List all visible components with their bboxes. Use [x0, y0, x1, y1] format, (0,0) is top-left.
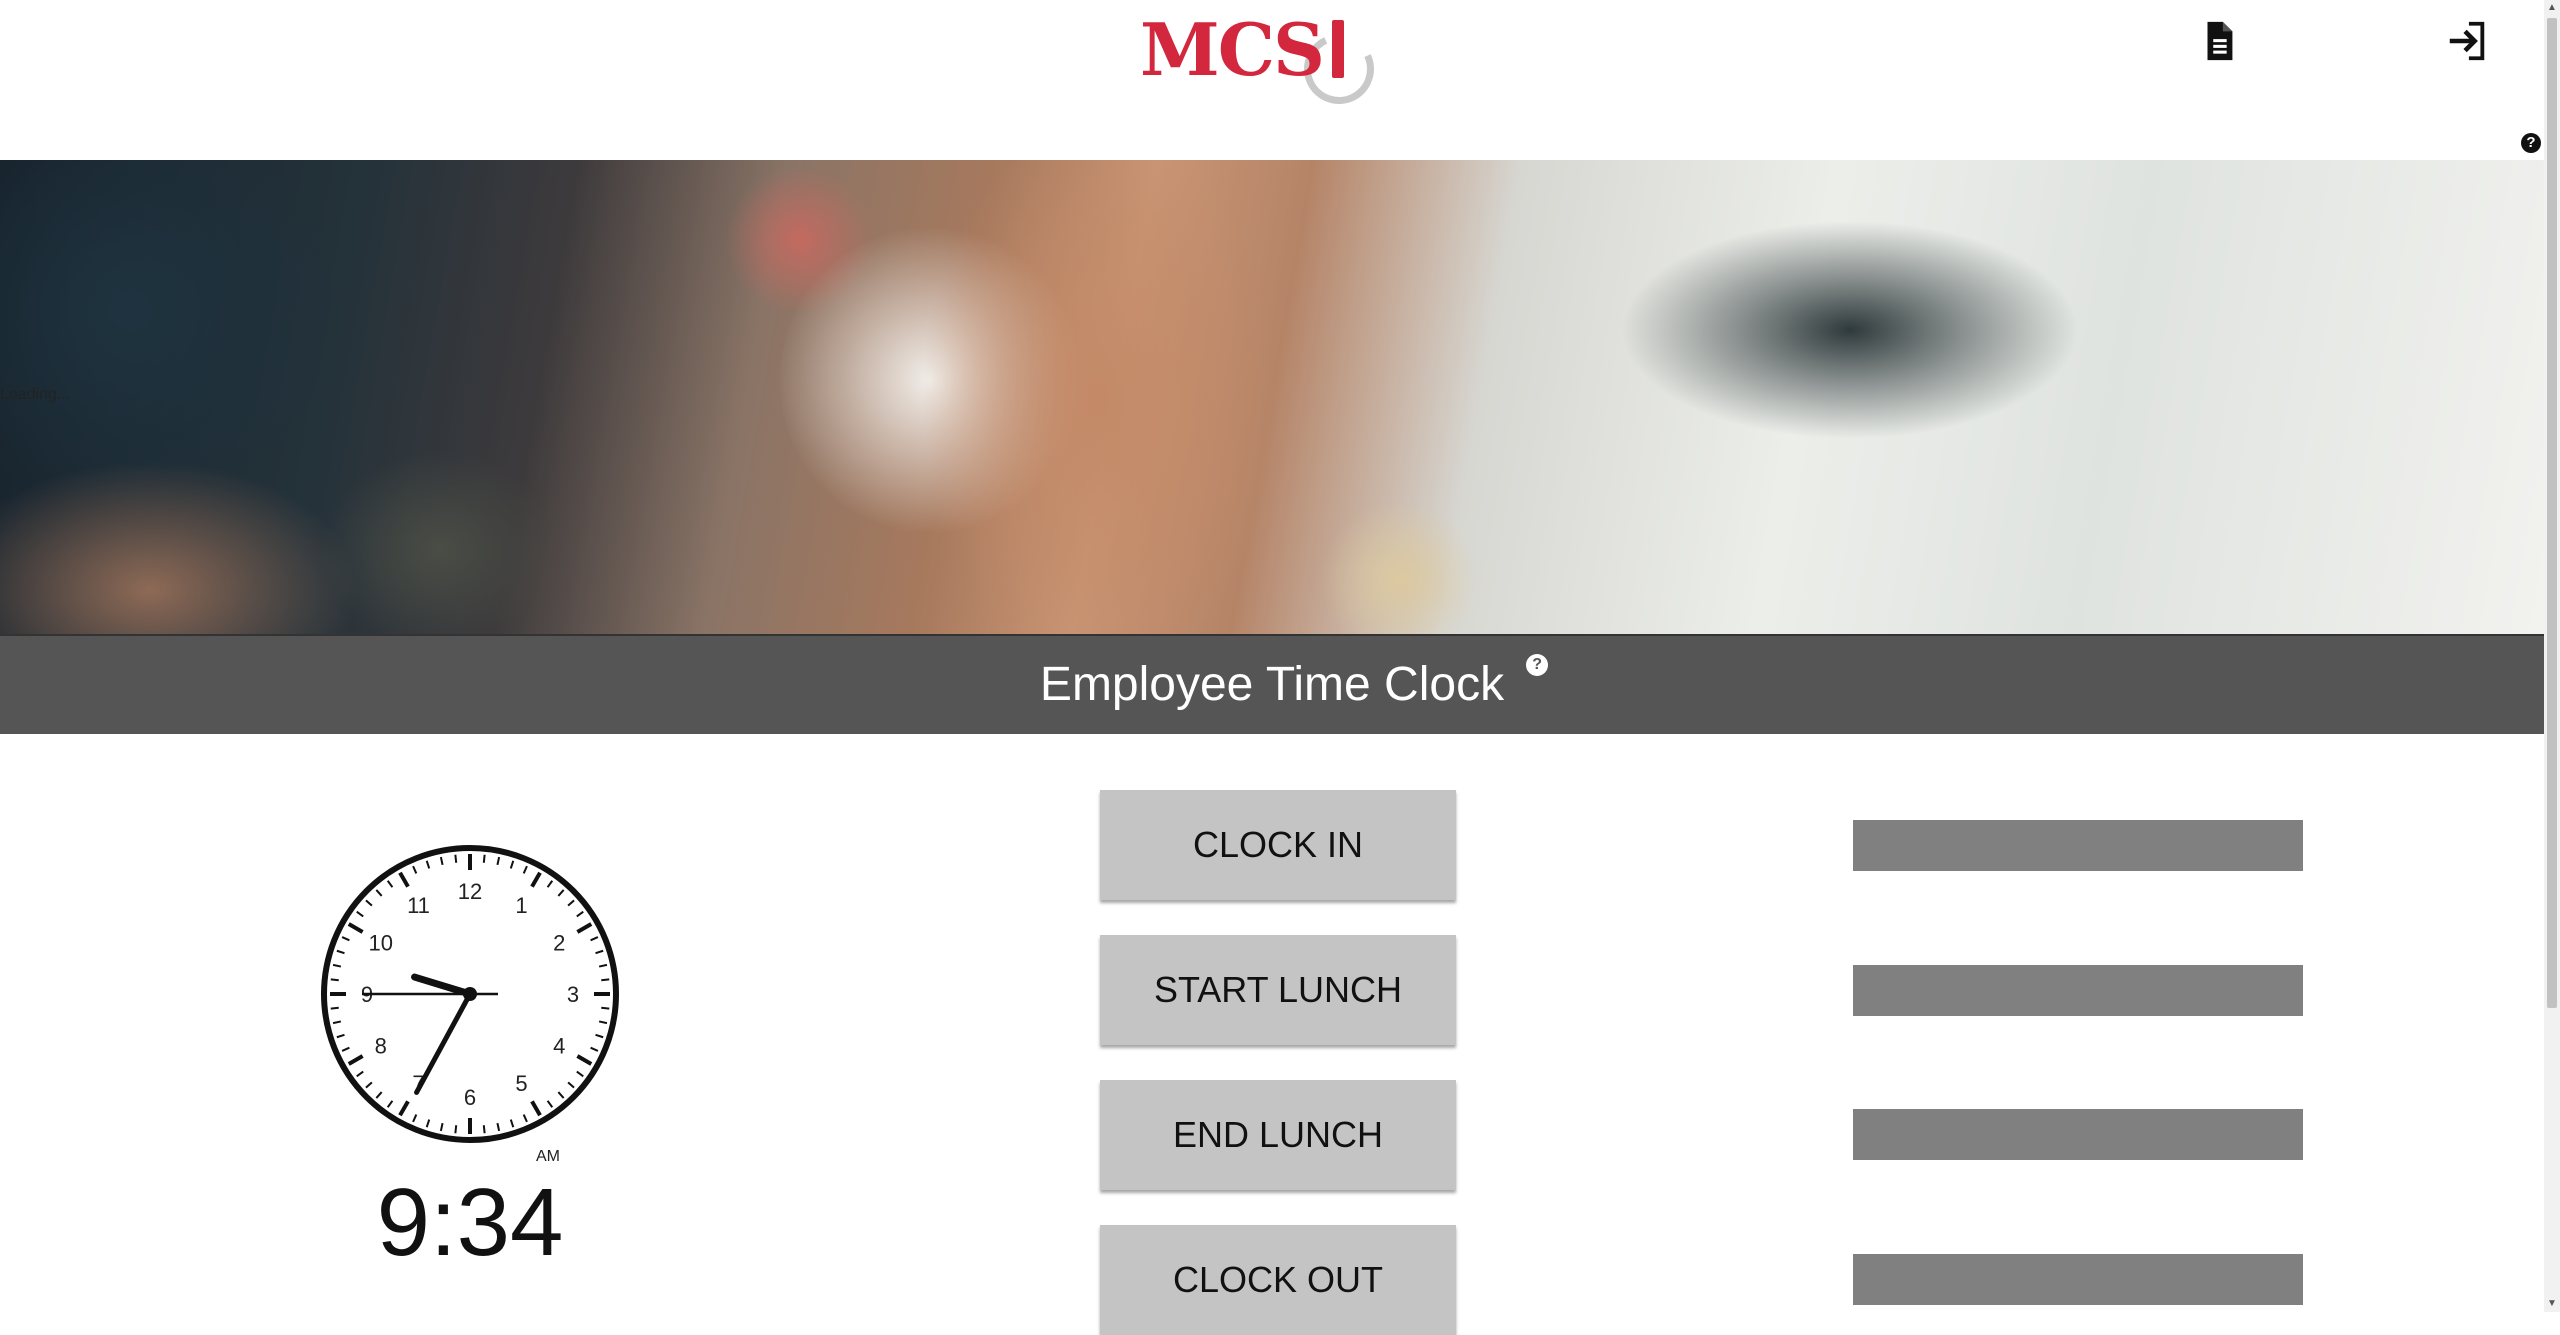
clock-tick	[454, 854, 458, 863]
page-title-wrap: Employee Time Clock ?	[1039, 636, 1549, 734]
title-help-icon[interactable]: ?	[1526, 654, 1549, 676]
clock-center	[463, 987, 477, 1001]
clock-tick	[482, 1125, 486, 1134]
clock-tick	[454, 1125, 458, 1134]
clock-numeral: 6	[464, 1085, 476, 1110]
page-scrollbar[interactable]: ▲ ▼	[2544, 0, 2560, 1312]
document-icon[interactable]	[2196, 18, 2242, 64]
clock-out-status	[1853, 1254, 2303, 1305]
clock-numeral: 1	[515, 893, 527, 918]
scroll-down-arrow[interactable]: ▼	[2544, 1296, 2560, 1312]
title-row: Employee Time Clock ?	[0, 636, 2544, 734]
clock-numeral: 11	[407, 893, 430, 918]
scroll-thumb[interactable]	[2547, 18, 2557, 1008]
ampm-label: AM	[536, 1148, 560, 1165]
page-title: Employee Time Clock	[1039, 658, 1505, 711]
loading-text: Loading...	[0, 386, 71, 403]
clock-tick	[482, 854, 486, 863]
clock-numeral: 10	[369, 931, 393, 956]
clock-numeral: 12	[458, 879, 482, 904]
clock-out-button[interactable]: CLOCK OUT	[1100, 1225, 1456, 1335]
clock-tick	[601, 978, 610, 982]
clock-in-button[interactable]: CLOCK IN	[1100, 790, 1456, 900]
sign-in-icon[interactable]	[2444, 18, 2490, 64]
clock-tick	[330, 1006, 339, 1010]
clock-numeral: 4	[553, 1034, 565, 1059]
header-help-icon[interactable]: ?	[2521, 133, 2541, 153]
clock-numeral: 5	[515, 1071, 527, 1096]
clock-numeral: 2	[553, 931, 565, 956]
mcs-logo: MCS	[1140, 14, 1400, 118]
clock-tick	[601, 1006, 610, 1010]
scroll-up-arrow[interactable]: ▲	[2544, 0, 2560, 16]
end-lunch-button[interactable]: END LUNCH	[1100, 1080, 1456, 1190]
digital-time: 9:34	[376, 1169, 564, 1276]
hero-image: Loading...	[0, 160, 2544, 634]
clock-numeral: 8	[375, 1034, 387, 1059]
start-lunch-status	[1853, 965, 2303, 1016]
end-lunch-status	[1853, 1109, 2303, 1160]
title-band: Employee Time Clock ?	[0, 634, 2544, 734]
clock-numeral: 3	[567, 982, 579, 1007]
logo-bar	[1332, 20, 1344, 78]
clock-in-status	[1853, 820, 2303, 871]
logo-text: MCS	[1140, 7, 1325, 92]
analog-clock: 121234567891011	[321, 845, 619, 1143]
start-lunch-button[interactable]: START LUNCH	[1100, 935, 1456, 1045]
app-header: MCS ?	[0, 0, 2544, 162]
clock-tick	[330, 978, 339, 982]
